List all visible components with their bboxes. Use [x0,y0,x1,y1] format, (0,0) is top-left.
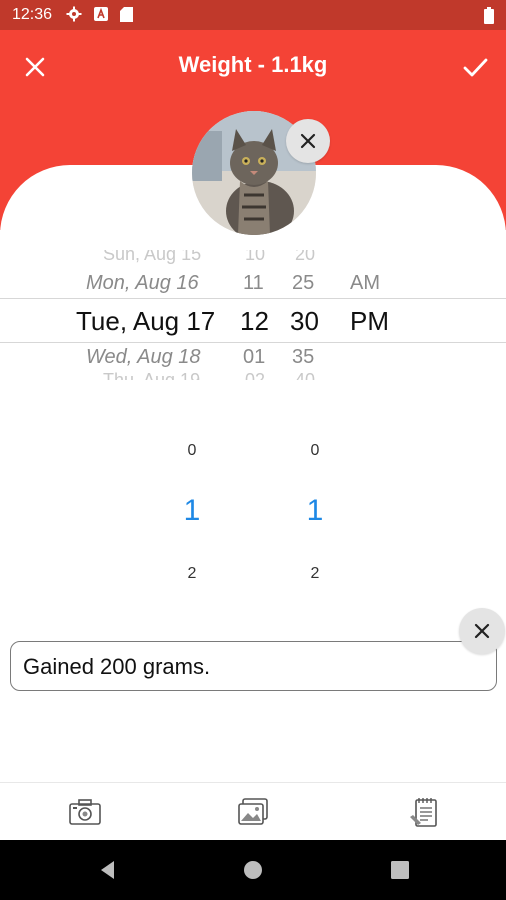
hour-option[interactable]: 01 [243,346,265,369]
weight-kg-selected[interactable]: 1 [152,494,232,528]
sd-card-icon [120,6,133,22]
minute-option[interactable]: 35 [292,346,314,369]
minute-option[interactable]: 25 [292,272,314,295]
date-option[interactable]: Sun, Aug 15 [103,250,201,265]
hour-option[interactable]: 10 [245,250,265,265]
weight-kg-option[interactable]: 2 [152,565,232,583]
bottom-toolbar [0,782,506,840]
gallery-icon[interactable] [236,795,270,829]
remove-photo-button[interactable] [286,119,330,163]
clear-note-button[interactable] [459,608,505,654]
battery-icon [484,7,494,24]
minute-option[interactable]: 20 [295,250,315,265]
date-option[interactable]: Wed, Aug 18 [86,346,201,369]
recents-square-icon[interactable] [388,858,412,882]
minute-option[interactable]: 40 [295,370,315,380]
weight-decimal-option[interactable]: 2 [275,565,355,583]
date-selected[interactable]: Tue, Aug 17 [76,306,215,337]
date-option[interactable]: Thu, Aug 19 [103,370,200,380]
date-option[interactable]: Mon, Aug 16 [86,272,199,295]
back-triangle-icon[interactable] [96,858,120,882]
minute-selected[interactable]: 30 [290,306,319,337]
notepad-icon[interactable] [408,795,442,829]
status-time: 12:36 [12,6,53,23]
page-title: Weight - 1.1kg [178,52,328,77]
ampm-option[interactable]: AM [350,272,380,295]
weight-decimal-option[interactable]: 0 [275,442,355,460]
settings-gear-icon [66,6,82,22]
close-icon [474,623,490,639]
hour-selected[interactable]: 12 [240,306,269,337]
weight-kg-option[interactable]: 0 [152,442,232,460]
confirm-check-icon[interactable] [460,52,490,82]
status-bar: 12:36 [0,0,506,30]
hour-option[interactable]: 11 [243,272,264,295]
a-notification-icon [94,7,108,21]
weight-decimal-selected[interactable]: 1 [275,494,355,528]
ampm-selected[interactable]: PM [350,306,389,337]
navigation-bar [0,840,506,900]
close-icon [300,133,316,149]
camera-icon[interactable] [68,795,102,829]
datetime-picker[interactable]: Sun, Aug 15 Mon, Aug 16 Tue, Aug 17 Wed,… [0,250,506,380]
note-input[interactable]: Gained 200 grams. [10,641,497,691]
home-circle-icon[interactable] [241,858,265,882]
hour-option[interactable]: 02 [245,370,265,380]
